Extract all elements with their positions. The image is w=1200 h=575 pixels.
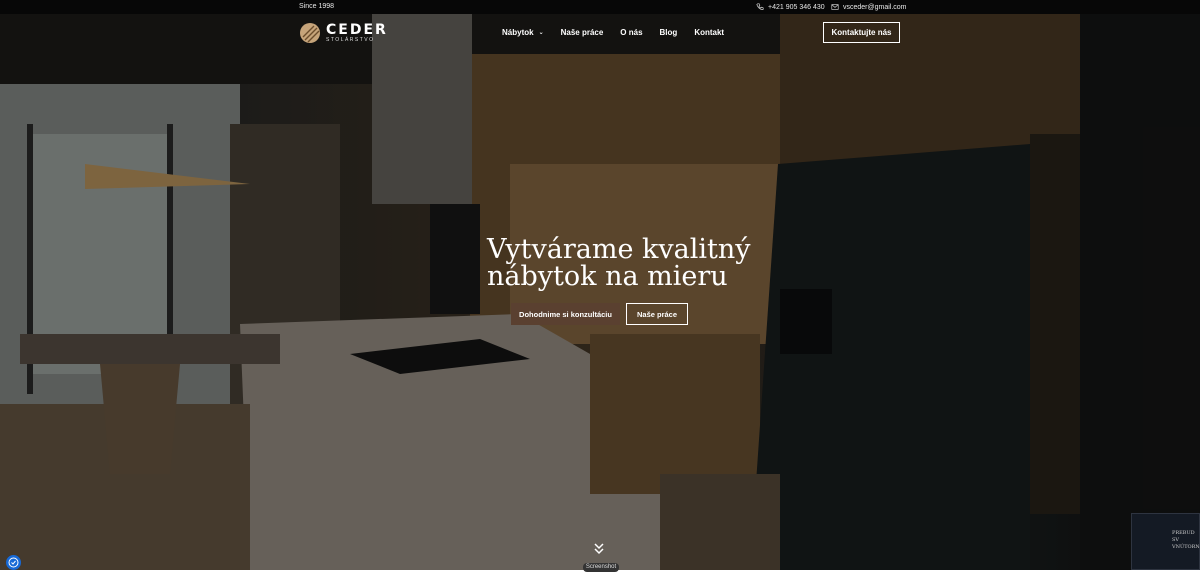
ceder-logo-icon (300, 23, 320, 43)
nav-item-nabytok[interactable]: Nábytok ⌄ (502, 28, 544, 37)
since-label: Since 1998 (299, 3, 335, 10)
phone-link[interactable]: +421 905 346 430 (756, 3, 825, 11)
email-address: vsceder@gmail.com (843, 3, 907, 11)
nav-label: O nás (620, 28, 643, 37)
popup-line-2: VNÚTORNÚ (1172, 544, 1200, 550)
scroll-down-icon[interactable] (592, 542, 606, 556)
popup-line-1: PREBUD SV (1172, 530, 1195, 543)
phone-icon (756, 3, 764, 10)
nav-label: Blog (659, 28, 678, 37)
nav-item-blog[interactable]: Blog (660, 28, 678, 37)
chevron-down-icon: ⌄ (538, 30, 544, 36)
brand-name: CEDER (326, 22, 388, 38)
phone-number: +421 905 346 430 (768, 3, 825, 11)
nav-item-o-nas[interactable]: O nás (620, 28, 642, 37)
contact-us-button[interactable]: Kontaktujte nás (823, 22, 900, 43)
mail-icon (831, 4, 839, 10)
main-nav: Nábytok ⌄ Naše práce O nás Blog Kontakt (502, 28, 724, 37)
screenshot-label: Screenshot (583, 563, 619, 572)
hero-headline: Vytvárame kvalitný nábytok na mieru (487, 236, 751, 290)
hero-overlay (0, 14, 1200, 570)
hero-section: CEDER STOLÁRSTVO Nábytok ⌄ Naše práce O … (0, 14, 1200, 570)
nav-label: Naše práce (560, 28, 604, 37)
our-work-button[interactable]: Naše práce (626, 303, 688, 325)
brand-logo[interactable]: CEDER STOLÁRSTVO (299, 22, 388, 44)
nav-item-kontakt[interactable]: Kontakt (694, 28, 724, 37)
promo-popup[interactable]: PREBUD SV VNÚTORNÚ (1131, 513, 1200, 570)
top-bar: Since 1998 +421 905 346 430 vsceder@gmai… (0, 0, 1200, 14)
consultation-button[interactable]: Dohodnime si konzultáciu (511, 303, 620, 325)
nav-item-nase-prace[interactable]: Naše práce (561, 28, 604, 37)
email-link[interactable]: vsceder@gmail.com (831, 3, 907, 11)
headline-line-1: Vytvárame kvalitný (487, 234, 751, 265)
headline-line-2: nábytok na mieru (487, 261, 728, 292)
nav-label: Kontakt (694, 28, 725, 37)
nav-label: Nábytok (502, 28, 534, 37)
accessibility-button[interactable] (6, 555, 21, 570)
accessibility-icon (8, 557, 19, 568)
